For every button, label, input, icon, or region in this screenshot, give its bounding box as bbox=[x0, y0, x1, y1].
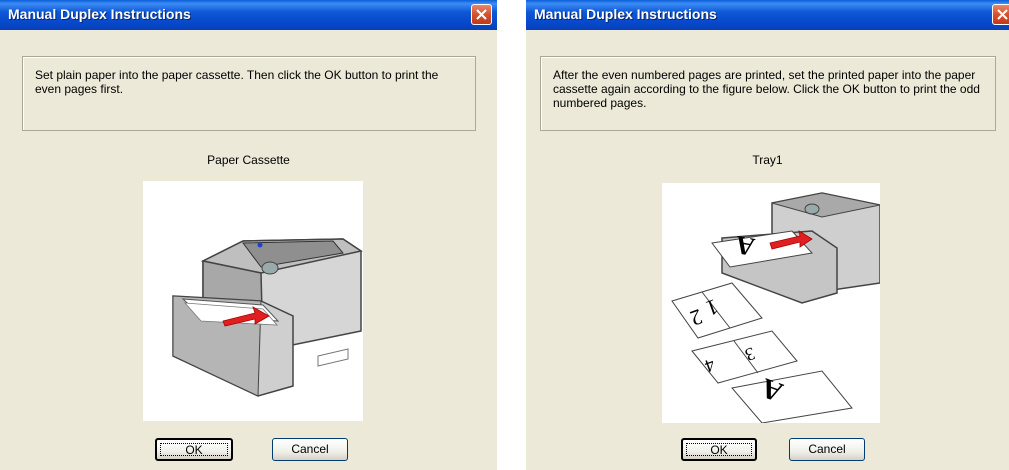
window-title: Manual Duplex Instructions bbox=[534, 6, 717, 22]
close-icon bbox=[476, 9, 487, 20]
cancel-button[interactable]: Cancel bbox=[272, 438, 348, 461]
close-button[interactable] bbox=[992, 4, 1009, 25]
close-icon bbox=[997, 9, 1008, 20]
message-box: After the even numbered pages are printe… bbox=[540, 56, 996, 131]
illustration-caption: Tray1 bbox=[752, 153, 783, 167]
illustration-caption: Paper Cassette bbox=[207, 153, 290, 167]
page-label: A bbox=[733, 230, 757, 262]
titlebar[interactable]: Manual Duplex Instructions bbox=[0, 0, 497, 30]
ok-button[interactable]: OK bbox=[155, 438, 233, 461]
cancel-button[interactable]: Cancel bbox=[789, 438, 865, 461]
printer-paper-cassette-illustration bbox=[143, 181, 363, 421]
window-title: Manual Duplex Instructions bbox=[8, 6, 191, 22]
message-box: Set plain paper into the paper cassette.… bbox=[22, 56, 476, 131]
close-button[interactable] bbox=[471, 4, 492, 25]
instruction-text: After the even numbered pages are printe… bbox=[553, 68, 980, 110]
titlebar[interactable]: Manual Duplex Instructions bbox=[526, 0, 1009, 30]
ok-button[interactable]: OK bbox=[681, 438, 757, 461]
dialog-manual-duplex-left: Manual Duplex Instructions Set plain pap… bbox=[0, 0, 497, 470]
printer-tray-reinsert-illustration: A 1 2 3 4 A bbox=[662, 183, 881, 424]
dialog-manual-duplex-right: Manual Duplex Instructions After the eve… bbox=[526, 0, 1009, 470]
instruction-text: Set plain paper into the paper cassette.… bbox=[35, 68, 439, 96]
